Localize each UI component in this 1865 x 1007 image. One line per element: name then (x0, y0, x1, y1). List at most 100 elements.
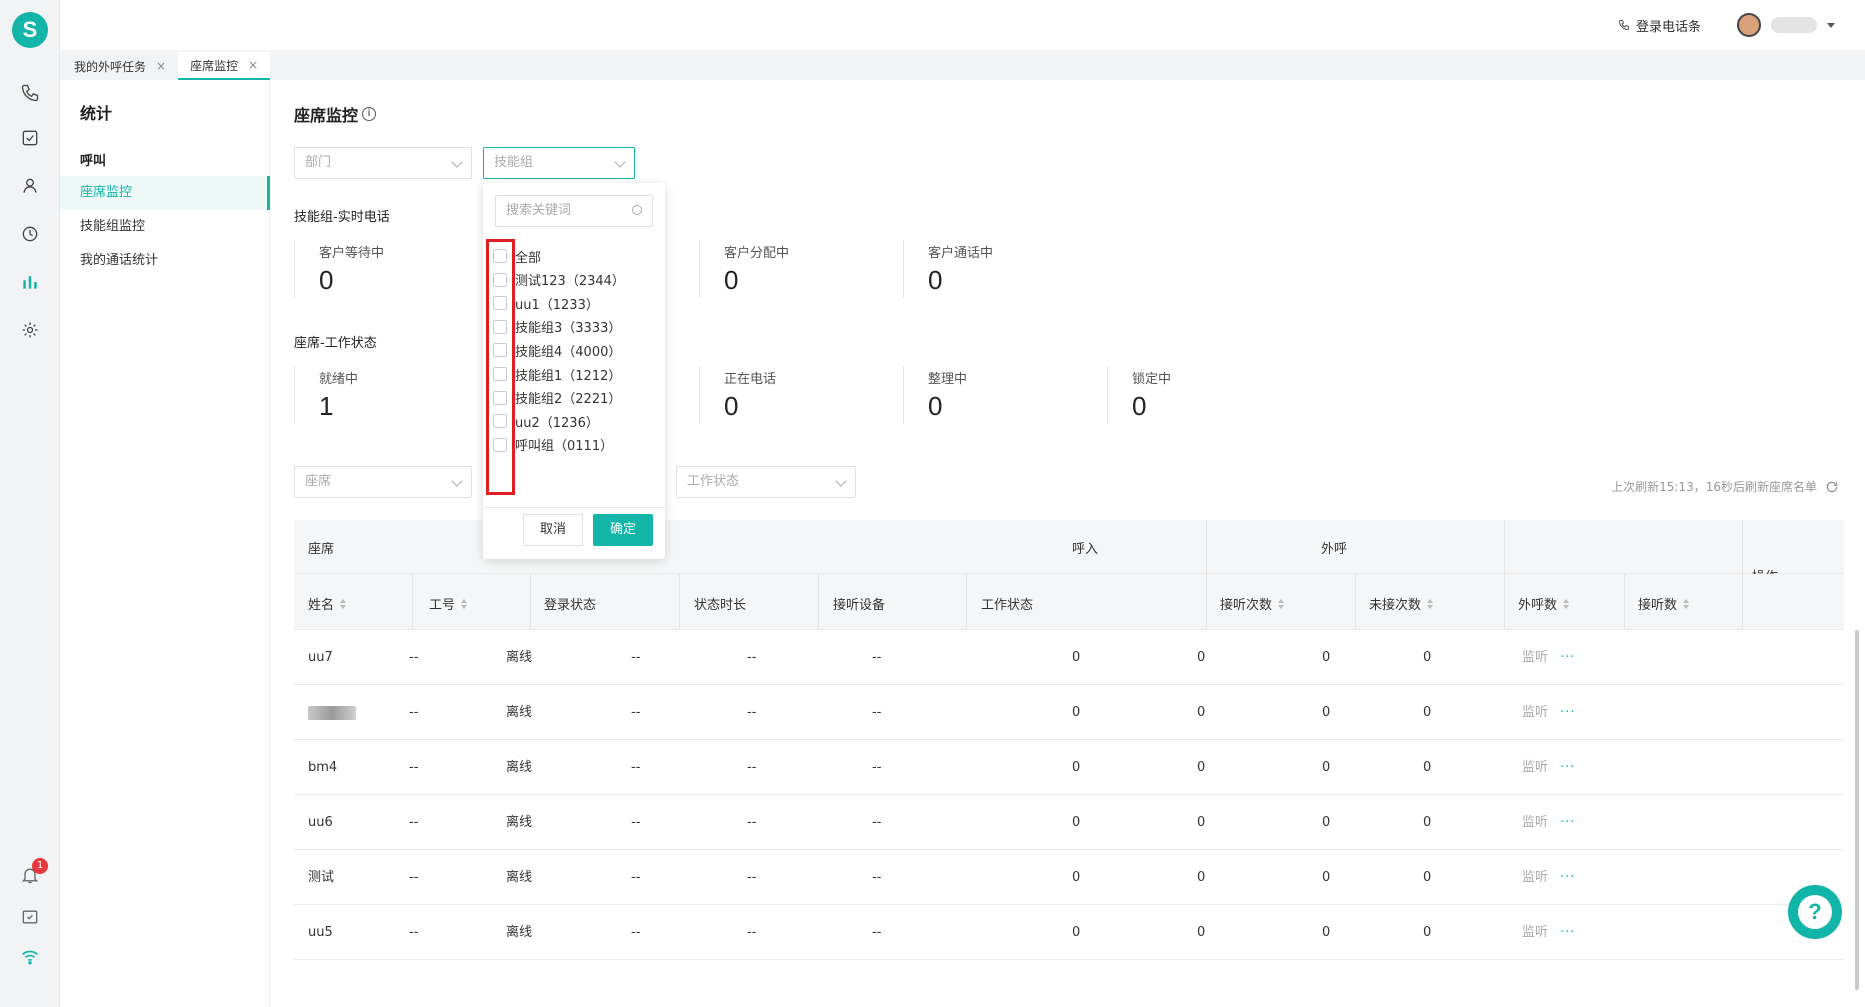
folder-icon[interactable] (19, 906, 41, 928)
col-label: 工号 (429, 598, 456, 613)
col-header-outbound-count[interactable]: 外呼数 (1518, 594, 1570, 613)
table-row: uu6 -- 离线 -- -- -- 0 0 0 0 监听 ··· (294, 795, 1844, 850)
cell-actions: 监听 ··· (1522, 740, 1582, 795)
checkbox[interactable] (493, 437, 507, 452)
skillgroup-option[interactable]: 技能组3（3333） (493, 315, 621, 339)
col-header-missed-count[interactable]: 未接次数 (1369, 594, 1434, 613)
more-actions-icon[interactable]: ··· (1560, 870, 1575, 885)
cell-missed: 0 (1197, 815, 1206, 830)
more-actions-icon[interactable]: ··· (1560, 815, 1575, 830)
task-check-icon[interactable] (19, 127, 41, 149)
tab-outbound-tasks[interactable]: 我的外呼任务 × (62, 52, 178, 80)
col-header-employee-id[interactable]: 工号 (429, 594, 468, 613)
redacted-name (308, 705, 356, 720)
skillgroup-option[interactable]: 技能组1（1212） (493, 362, 621, 386)
skillgroup-option[interactable]: uu1（1233） (493, 291, 599, 315)
listen-link[interactable]: 监听 (1522, 925, 1548, 940)
top-bar: 登录电话条 (60, 0, 1865, 50)
cell-login: 离线 (506, 705, 533, 720)
settings-gear-icon[interactable] (19, 319, 41, 341)
col-header-answer-device: 接听设备 (833, 598, 886, 613)
user-avatar[interactable] (1737, 13, 1761, 37)
skillgroup-option[interactable]: 技能组4（4000） (493, 338, 621, 362)
work-status-select[interactable]: 工作状态 (676, 466, 856, 498)
subnav-item-skillgroup-monitor[interactable]: 技能组监控 (60, 210, 270, 244)
skillgroup-option[interactable]: uu2（1236） (493, 409, 599, 433)
cell-name (308, 685, 356, 740)
tab-close-icon[interactable]: × (156, 59, 166, 73)
col-header-answered-count[interactable]: 接听次数 (1220, 594, 1285, 613)
skillgroup-search-input[interactable]: 搜索关键词 (495, 195, 653, 227)
listen-link[interactable]: 监听 (1522, 705, 1548, 720)
phone-icon[interactable] (19, 82, 41, 104)
col-header-status-duration: 状态时长 (694, 598, 747, 613)
statistics-chart-icon[interactable] (19, 271, 41, 293)
listen-link[interactable]: 监听 (1522, 650, 1548, 665)
col-header-login-status: 登录状态 (544, 598, 597, 613)
skillgroup-option[interactable]: 测试123（2344） (493, 268, 625, 292)
checkbox[interactable] (493, 414, 507, 429)
subnav-title: 统计 (80, 104, 113, 123)
cell-id: -- (409, 815, 419, 830)
stat-label: 客户分配中 (724, 246, 790, 261)
skillgroup-select[interactable]: 技能组 (483, 147, 635, 179)
checkbox[interactable] (493, 343, 507, 358)
refresh-icon[interactable] (1825, 480, 1839, 494)
listen-link[interactable]: 监听 (1522, 815, 1548, 830)
department-select[interactable]: 部门 (294, 147, 472, 179)
tab-agent-monitor[interactable]: 座席监控 × (178, 52, 271, 80)
sort-icon[interactable] (1683, 598, 1690, 609)
table-row: uu7 -- 离线 -- -- -- 0 0 0 0 监听 ··· (294, 630, 1844, 685)
scrollbar-thumb[interactable] (1855, 630, 1859, 990)
checkbox[interactable] (493, 367, 507, 381)
contacts-icon[interactable] (19, 175, 41, 197)
more-actions-icon[interactable]: ··· (1560, 925, 1575, 940)
refresh-text: 上次刷新15:13，16秒后刷新座席名单 (1611, 480, 1817, 494)
sort-icon[interactable] (1278, 598, 1285, 609)
cell-device: -- (747, 705, 757, 720)
skillgroup-option[interactable]: 呼叫组（0111） (493, 433, 613, 457)
option-label: 技能组3（3333） (515, 321, 622, 337)
user-menu-caret-icon[interactable] (1827, 22, 1835, 28)
more-actions-icon[interactable]: ··· (1560, 650, 1575, 665)
phone-small-icon (1618, 20, 1629, 31)
cell-id: -- (409, 705, 419, 720)
stat-label: 客户通话中 (928, 246, 994, 261)
more-actions-icon[interactable]: ··· (1560, 705, 1575, 720)
checkbox[interactable] (493, 296, 507, 311)
skillgroup-option[interactable]: 全部 (493, 244, 541, 268)
history-clock-icon[interactable] (19, 223, 41, 245)
tab-close-icon[interactable]: × (248, 58, 258, 72)
checkbox[interactable] (493, 249, 507, 263)
checkbox[interactable] (493, 319, 507, 334)
sort-icon[interactable] (461, 598, 468, 609)
sort-icon[interactable] (1427, 598, 1434, 609)
info-icon[interactable]: i (362, 107, 377, 121)
skillgroup-option[interactable]: 技能组2（2221） (493, 386, 621, 410)
cancel-button[interactable]: 取消 (523, 514, 583, 546)
confirm-button[interactable]: 确定 (593, 514, 653, 546)
subnav-item-my-call-stats[interactable]: 我的通话统计 (60, 244, 270, 278)
cell-outbound: 0 (1322, 925, 1331, 940)
checkbox[interactable] (493, 390, 507, 405)
agent-select[interactable]: 座席 (294, 466, 472, 498)
subnav-item-agent-monitor[interactable]: 座席监控 (60, 176, 270, 210)
tab-label: 我的外呼任务 (74, 59, 147, 74)
search-icon[interactable] (632, 205, 642, 215)
checkbox[interactable] (493, 272, 507, 287)
more-actions-icon[interactable]: ··· (1560, 760, 1575, 775)
listen-link[interactable]: 监听 (1522, 870, 1548, 885)
col-header-outbound-answered[interactable]: 接听数 (1638, 594, 1690, 613)
user-name-redacted[interactable] (1771, 17, 1817, 33)
help-button[interactable]: ? (1788, 885, 1842, 939)
page-title: 座席监控 i (294, 102, 377, 126)
app-logo[interactable]: S (12, 12, 48, 48)
login-phonebar-button[interactable]: 登录电话条 (1618, 16, 1701, 35)
col-header-name[interactable]: 姓名 (308, 594, 347, 613)
cell-out-answered: 0 (1423, 650, 1432, 665)
stat-on-phone: 正在电话 0 (699, 366, 899, 424)
sort-icon[interactable] (340, 598, 347, 609)
col-label: 外呼数 (1518, 598, 1558, 613)
listen-link[interactable]: 监听 (1522, 760, 1548, 775)
sort-icon[interactable] (1563, 598, 1570, 609)
